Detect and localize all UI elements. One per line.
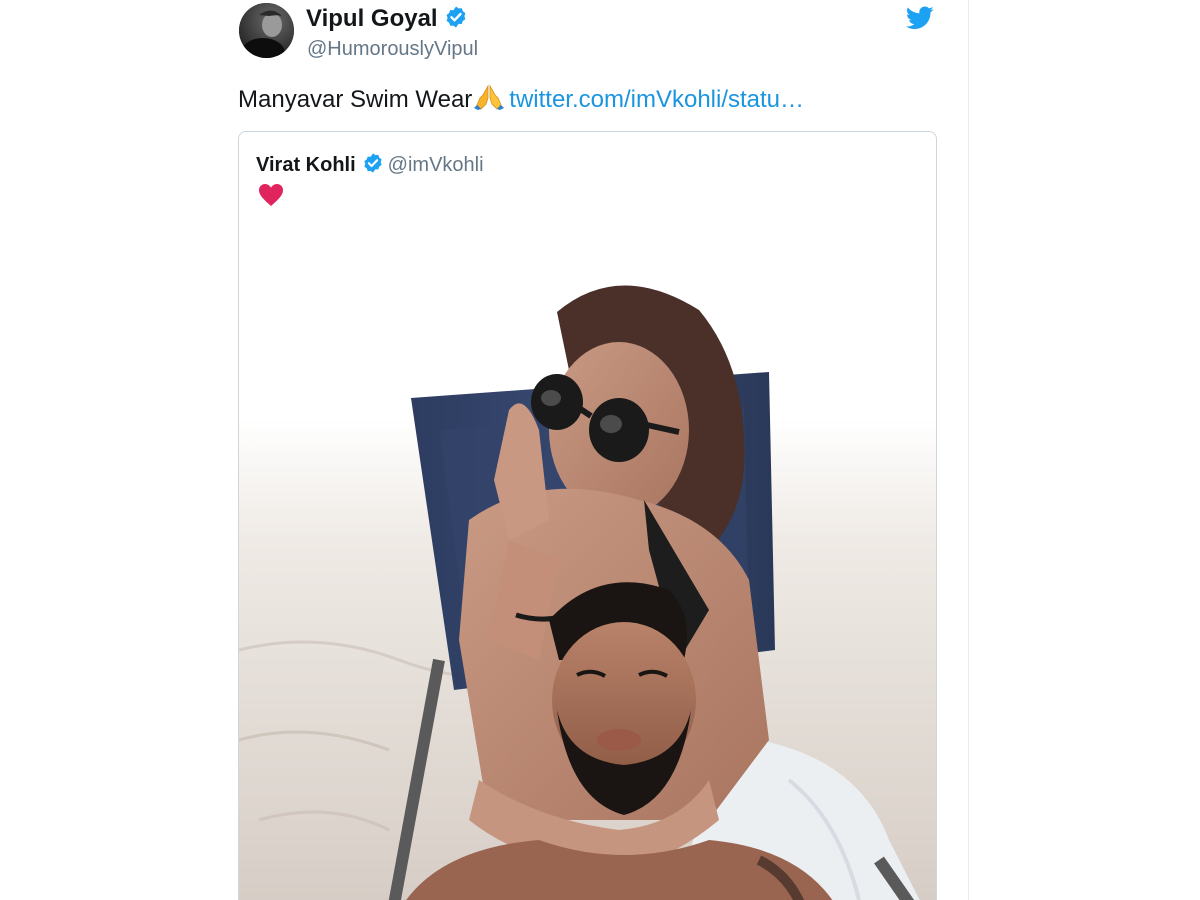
author-avatar[interactable] <box>239 3 294 58</box>
verified-badge-icon <box>444 5 468 36</box>
quoted-author-name[interactable]: Virat Kohli <box>256 154 356 176</box>
author-name[interactable]: Vipul Goyal <box>306 5 468 36</box>
tweet-link[interactable]: twitter.com/imVkohli/statu… <box>509 86 804 113</box>
verified-badge-icon <box>362 152 384 180</box>
folded-hands-emoji <box>474 84 505 118</box>
tweet-photo[interactable] <box>239 220 936 900</box>
page: Vipul Goyal @HumorouslyVipul Manyavar Sw… <box>0 0 1200 900</box>
author-name-text[interactable]: Vipul Goyal <box>306 5 438 32</box>
tweet-text: Manyavar Swim Wear twitter.com/imVkohli/s… <box>238 84 804 118</box>
quoted-author-handle[interactable]: @imVkohli <box>388 154 484 176</box>
quoted-tweet-card[interactable]: Virat Kohli @imVkohli <box>238 131 937 900</box>
red-heart-emoji <box>258 183 284 207</box>
tweet-body: Manyavar Swim Wear <box>238 86 473 113</box>
tweet-card[interactable]: Vipul Goyal @HumorouslyVipul Manyavar Sw… <box>220 0 969 900</box>
twitter-bird-icon[interactable] <box>905 6 934 30</box>
quoted-author-line[interactable]: Virat Kohli @imVkohli <box>256 152 484 180</box>
author-handle[interactable]: @HumorouslyVipul <box>307 37 478 61</box>
